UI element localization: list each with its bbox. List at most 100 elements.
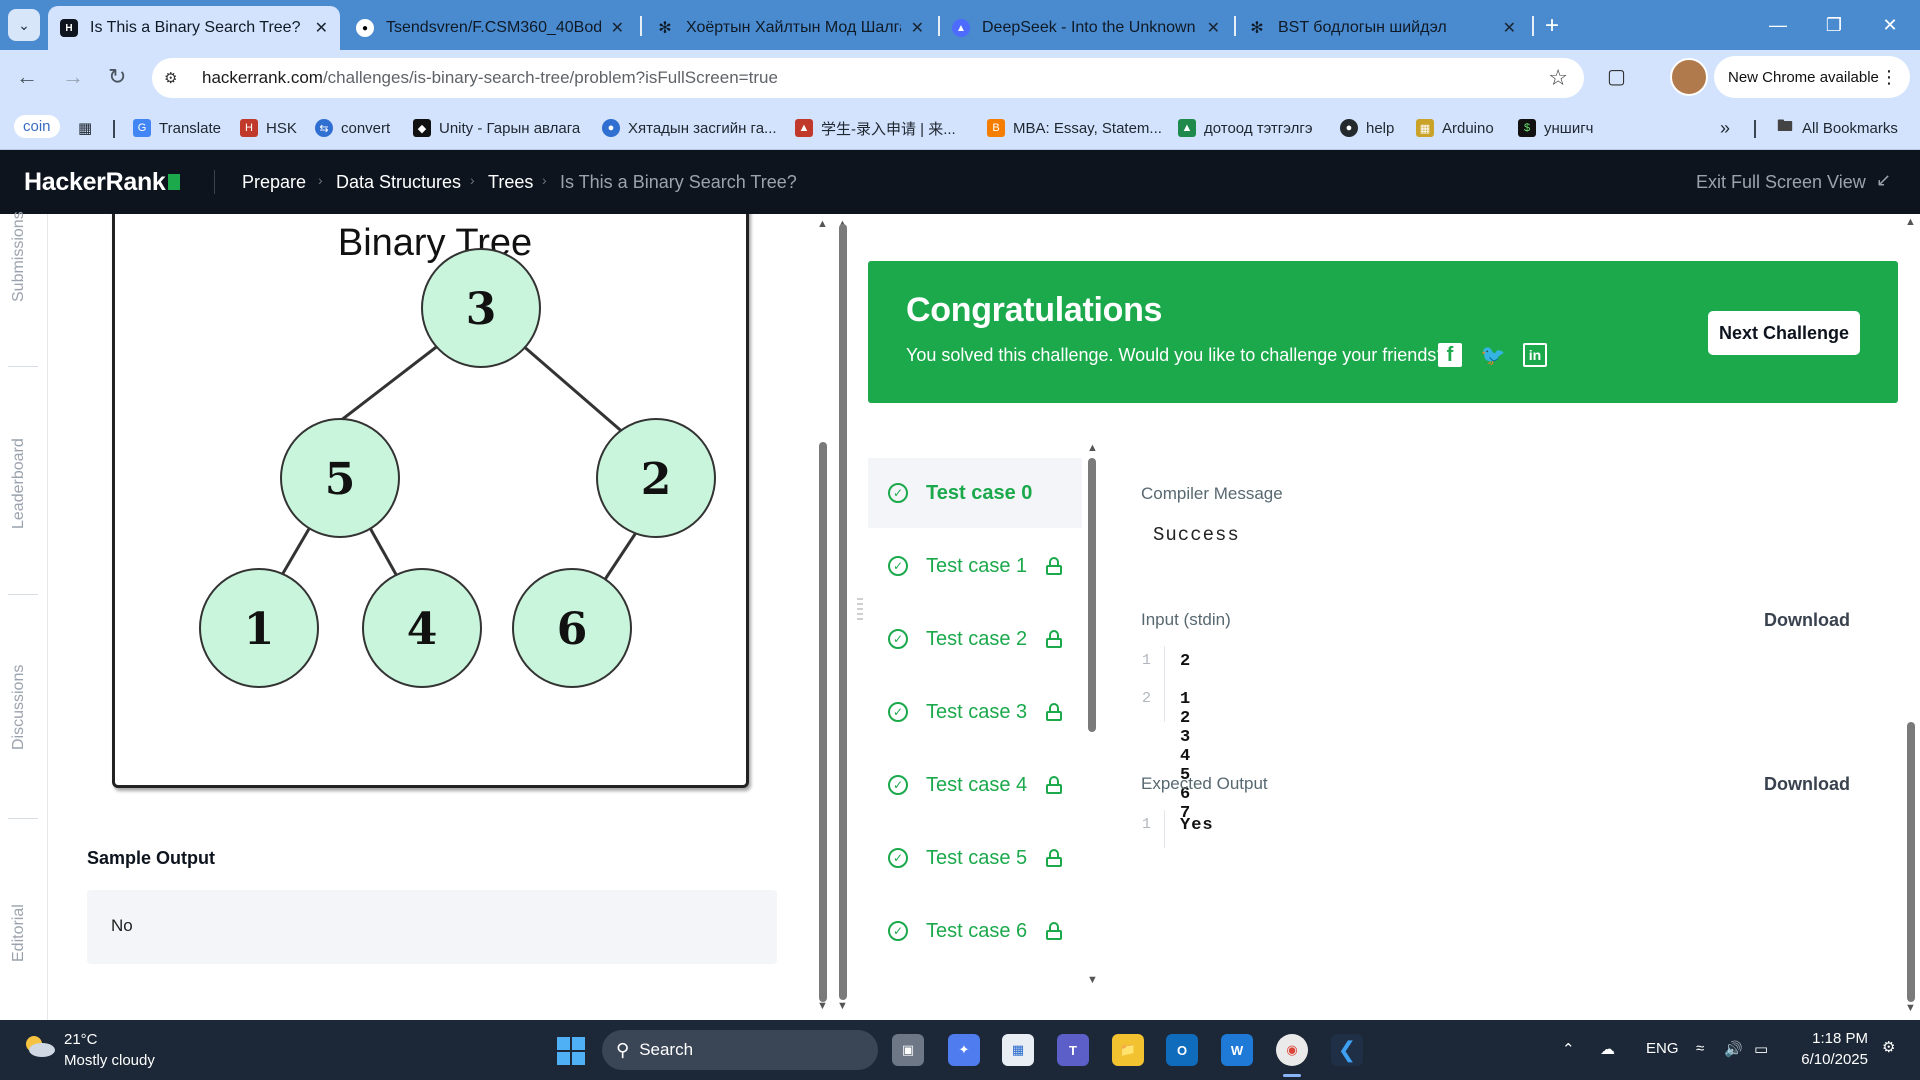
show-hidden-icons-chevron-icon[interactable]: ⌃	[1562, 1040, 1575, 1058]
address-bar[interactable]: ⚙ hackerrank.com/challenges/is-binary-se…	[152, 58, 1584, 98]
bookmark-hsk[interactable]: H HSK	[240, 116, 297, 140]
tab-discussions[interactable]: Discussions	[10, 665, 28, 750]
microsoft-store-icon[interactable]: ▦	[1002, 1034, 1034, 1066]
bookmark-arduino[interactable]: ▦ Arduino	[1416, 116, 1494, 140]
chrome-icon[interactable]: ◉	[1276, 1034, 1308, 1066]
page-scrollbar[interactable]: ▲ ▼	[1904, 214, 1918, 1020]
bookmark-mba[interactable]: B MBA: Essay, Statem...	[987, 116, 1162, 140]
weather-temperature[interactable]: 21°C	[64, 1031, 98, 1048]
bookmark-convert[interactable]: ⇆ convert	[315, 116, 390, 140]
scroll-down-arrow-icon[interactable]: ▼	[1905, 1002, 1916, 1014]
new-tab-plus-icon[interactable]: +	[1545, 12, 1559, 40]
tab-deepseek[interactable]: ▲ DeepSeek - Into the Unknown ✕	[940, 6, 1232, 50]
bookmark-coin[interactable]: coin	[14, 115, 60, 138]
url-text[interactable]: hackerrank.com/challenges/is-binary-sear…	[202, 68, 778, 88]
tab-search-button[interactable]: ⌄	[8, 9, 40, 41]
more-bookmarks-chevron-icon[interactable]: »	[1720, 116, 1730, 140]
site-info-icon[interactable]: ⚙	[164, 69, 192, 87]
close-tab-icon[interactable]: ✕	[315, 18, 328, 38]
tab-chatgpt-1[interactable]: ✻ Хоёртын Хайлтын Мод Шалгах ✕	[644, 6, 936, 50]
new-chrome-available-button[interactable]: New Chrome available ⋮	[1714, 56, 1910, 98]
tab-leaderboard[interactable]: Leaderboard	[10, 438, 28, 529]
close-tab-icon[interactable]: ✕	[611, 18, 624, 38]
file-explorer-icon[interactable]: 📁	[1112, 1034, 1144, 1066]
close-tab-icon[interactable]: ✕	[1503, 18, 1516, 38]
bookmark-reader[interactable]: $ уншигч	[1518, 116, 1593, 140]
clock-date[interactable]: 6/10/2025	[1796, 1051, 1868, 1068]
linkedin-share-icon[interactable]: in	[1523, 343, 1547, 367]
test-case-scrollbar[interactable]: ▲ ▼	[1087, 442, 1098, 986]
profile-avatar[interactable]	[1670, 58, 1708, 96]
bookmark-china-gov[interactable]: ● Хятадын засгийн га...	[602, 116, 777, 140]
tab-editorial[interactable]: Editorial	[10, 904, 28, 962]
bookmark-unity[interactable]: ◆ Unity - Гарын авлага	[413, 116, 580, 140]
close-tab-icon[interactable]: ✕	[1207, 18, 1220, 38]
next-challenge-button[interactable]: Next Challenge	[1708, 311, 1860, 355]
input-language[interactable]: ENG	[1646, 1040, 1679, 1057]
collapse-arrows-icon[interactable]: ↙	[1876, 170, 1891, 191]
bookmark-student[interactable]: ▲ 学生-录入申请 | 来...	[795, 116, 956, 140]
tab-hackerrank[interactable]: H Is This a Binary Search Tree? | H ✕	[48, 6, 340, 50]
scroll-thumb[interactable]	[1907, 722, 1915, 1002]
apps-grid-icon[interactable]: ▦	[78, 116, 92, 140]
twitter-share-icon[interactable]: 🐦	[1481, 343, 1506, 367]
task-view-icon[interactable]: ▣	[892, 1034, 924, 1066]
problem-outer-scrollbar[interactable]: ▲ ▼	[836, 214, 850, 1020]
tab-submissions[interactable]: Submissions	[10, 211, 28, 302]
hackerrank-logo[interactable]: HackerRank	[24, 168, 180, 197]
tab-github[interactable]: ● Tsendsvren/F.CSM360_40Bodlo ✕	[344, 6, 636, 50]
all-bookmarks-button[interactable]: 🖿 All Bookmarks	[1776, 116, 1898, 140]
windows-start-icon[interactable]	[557, 1037, 585, 1065]
exit-full-screen-link[interactable]: Exit Full Screen View	[1696, 172, 1866, 193]
wifi-icon[interactable]: ≈	[1696, 1040, 1704, 1057]
test-case-0[interactable]: ✓ Test case 0	[868, 458, 1082, 528]
test-case-2[interactable]: ✓ Test case 2	[868, 604, 1082, 674]
test-case-1[interactable]: ✓ Test case 1	[868, 531, 1082, 601]
onedrive-cloud-icon[interactable]: ☁	[1600, 1040, 1615, 1058]
scroll-up-arrow-icon[interactable]: ▲	[1087, 442, 1098, 454]
scroll-down-arrow-icon[interactable]: ▼	[837, 1000, 848, 1012]
close-window-icon[interactable]: ✕	[1862, 0, 1918, 50]
clock-time[interactable]: 1:18 PM	[1796, 1030, 1868, 1047]
close-tab-icon[interactable]: ✕	[911, 18, 924, 38]
outlook-icon[interactable]: O	[1166, 1034, 1198, 1066]
test-case-4[interactable]: ✓ Test case 4	[868, 750, 1082, 820]
scroll-thumb[interactable]	[819, 442, 827, 1002]
scroll-thumb[interactable]	[839, 224, 847, 1000]
download-expected-link[interactable]: Download	[1764, 774, 1850, 795]
scroll-up-arrow-icon[interactable]: ▲	[1905, 216, 1916, 228]
forward-arrow-icon[interactable]: →	[62, 64, 84, 90]
vscode-icon[interactable]: ❮	[1331, 1034, 1363, 1066]
word-icon[interactable]: W	[1221, 1034, 1253, 1066]
test-case-3[interactable]: ✓ Test case 3	[868, 677, 1082, 747]
problem-scrollbar[interactable]: ▲ ▼	[816, 214, 830, 1020]
breadcrumb-prepare[interactable]: Prepare	[242, 172, 306, 193]
download-input-link[interactable]: Download	[1764, 610, 1850, 631]
weather-description[interactable]: Mostly cloudy	[64, 1052, 155, 1069]
test-case-5[interactable]: ✓ Test case 5	[868, 823, 1082, 893]
test-case-6[interactable]: ✓ Test case 6	[868, 896, 1082, 966]
restore-window-icon[interactable]: ❐	[1806, 0, 1862, 50]
scroll-down-arrow-icon[interactable]: ▼	[817, 1000, 828, 1012]
teams-icon[interactable]: T	[1057, 1034, 1089, 1066]
tab-chatgpt-2[interactable]: ✻ BST бодлогын шийдэл ✕	[1236, 6, 1528, 50]
bookmark-star-icon[interactable]: ☆	[1548, 65, 1568, 91]
taskbar-search[interactable]: ⚲ Search	[602, 1030, 878, 1070]
volume-icon[interactable]: 🔊	[1724, 1040, 1743, 1058]
bookmark-scholarship[interactable]: ▲ дотоод тэтгэлгэ	[1178, 116, 1312, 140]
scroll-down-arrow-icon[interactable]: ▼	[1087, 974, 1098, 986]
copilot-icon[interactable]: ✦	[948, 1034, 980, 1066]
battery-icon[interactable]: ▭	[1754, 1040, 1768, 1058]
facebook-share-icon[interactable]: f	[1438, 343, 1462, 367]
scroll-thumb[interactable]	[1088, 458, 1096, 732]
minimize-window-icon[interactable]: —	[1750, 0, 1806, 50]
notifications-bell-icon[interactable]: ⚙	[1882, 1038, 1895, 1056]
bookmark-translate[interactable]: G Translate	[133, 116, 221, 140]
breadcrumb-data-structures[interactable]: Data Structures	[336, 172, 461, 193]
scroll-up-arrow-icon[interactable]: ▲	[817, 218, 828, 230]
panel-resize-handle[interactable]	[857, 598, 863, 636]
reload-icon[interactable]: ↻	[108, 64, 126, 90]
back-arrow-icon[interactable]: ←	[16, 64, 38, 90]
bookmark-help[interactable]: ● help	[1340, 116, 1394, 140]
breadcrumb-trees[interactable]: Trees	[488, 172, 533, 193]
